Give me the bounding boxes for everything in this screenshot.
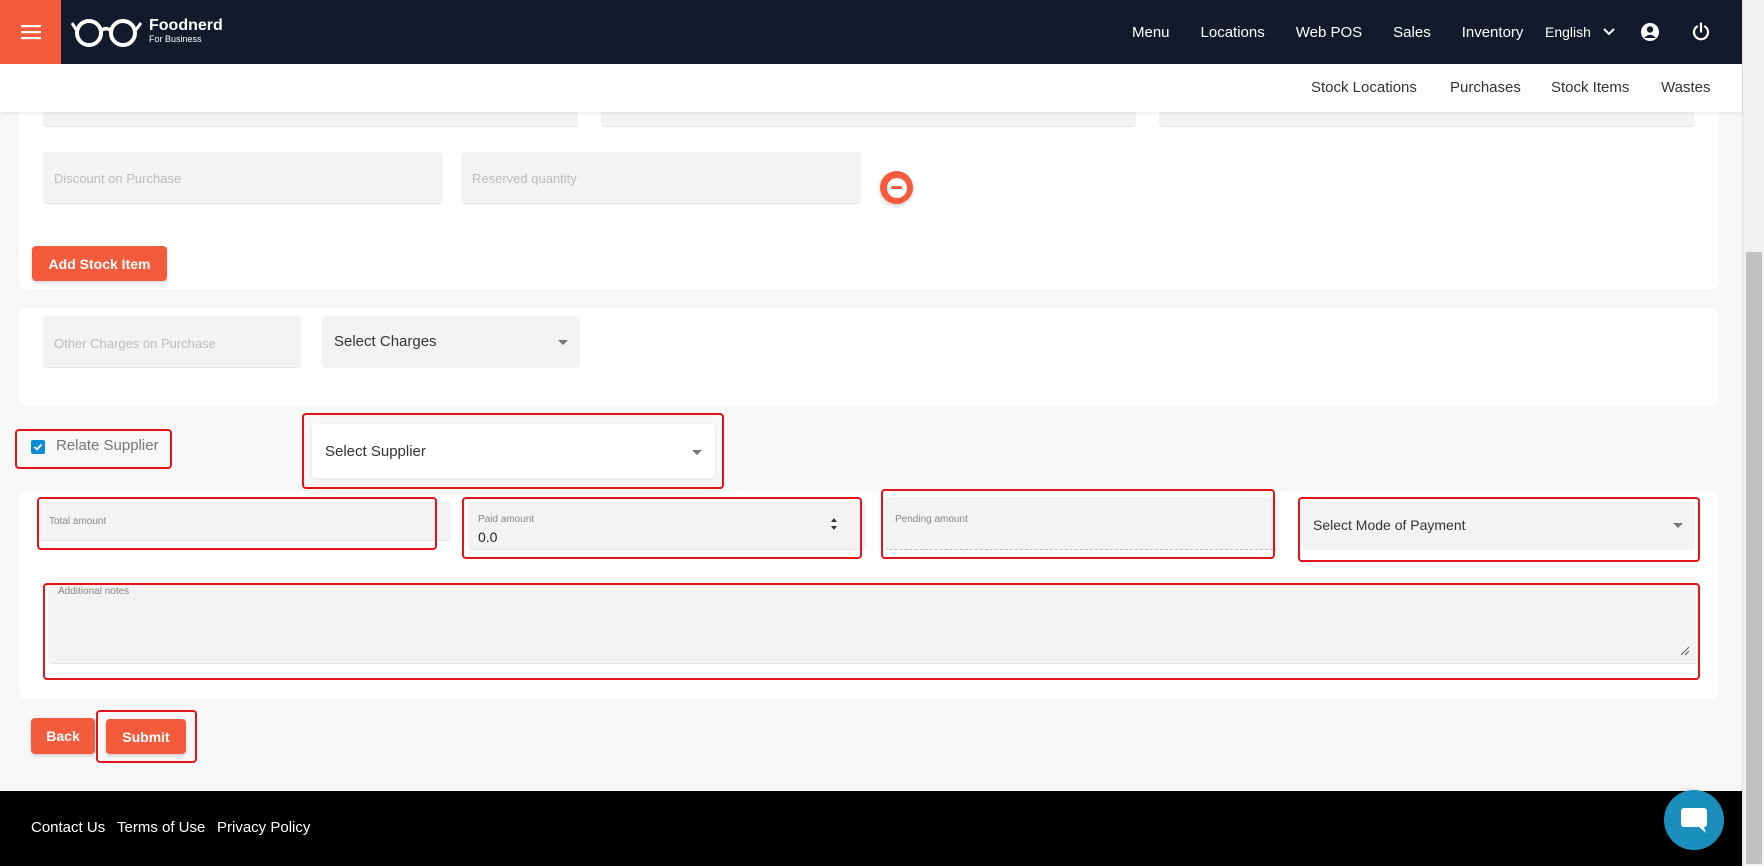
number-spinner-icon[interactable] xyxy=(830,516,838,532)
add-stock-item-button[interactable]: Add Stock Item xyxy=(32,246,167,281)
mode-of-payment-dropdown[interactable]: Select Mode of Payment xyxy=(1301,501,1695,550)
dropdown-arrow-icon xyxy=(1673,523,1683,528)
main-nav: Menu Locations Web POS Sales Inventory xyxy=(1132,0,1554,64)
chat-widget-button[interactable] xyxy=(1664,790,1724,850)
dropdown-arrow-icon xyxy=(558,340,568,345)
account-icon[interactable] xyxy=(1640,22,1660,42)
scrollbar-thumb[interactable] xyxy=(1746,252,1762,864)
language-selector[interactable]: English xyxy=(1545,0,1615,64)
hamburger-icon xyxy=(20,25,41,40)
footer-privacy-link[interactable]: Privacy Policy xyxy=(217,819,310,836)
other-charges-placeholder: Other Charges on Purchase xyxy=(54,336,216,351)
subnav-purchases[interactable]: Purchases xyxy=(1450,79,1521,96)
chevron-down-icon xyxy=(1603,28,1615,36)
select-charges-label: Select Charges xyxy=(334,333,437,350)
subnav-stock-items[interactable]: Stock Items xyxy=(1551,79,1629,96)
language-label: English xyxy=(1545,24,1591,40)
total-amount-label: Total amount xyxy=(49,516,107,527)
subnav-wastes[interactable]: Wastes xyxy=(1661,79,1710,96)
nav-sales[interactable]: Sales xyxy=(1393,24,1431,41)
select-supplier-label: Select Supplier xyxy=(325,443,426,460)
glasses-logo-icon xyxy=(71,19,143,47)
brand-logo[interactable]: Foodnerd For Business xyxy=(71,14,223,48)
paid-amount-input[interactable]: Paid amount 0.0 xyxy=(468,501,866,550)
stock-item-card: Discount on Purchase Reserved quantity A… xyxy=(19,90,1719,289)
footer: Contact Us Terms of Use Privacy Policy xyxy=(0,791,1742,866)
additional-notes-label: Additional notes xyxy=(58,586,130,597)
subnav-stock-locations[interactable]: Stock Locations xyxy=(1311,79,1417,96)
reserved-quantity-input[interactable]: Reserved quantity xyxy=(461,152,861,204)
dropdown-arrow-icon xyxy=(692,450,702,455)
inventory-subnav: Stock Locations Purchases Stock Items Wa… xyxy=(0,64,1742,112)
brand-tagline: For Business xyxy=(149,34,202,44)
discount-placeholder: Discount on Purchase xyxy=(54,171,182,186)
discount-on-purchase-input[interactable]: Discount on Purchase xyxy=(43,152,443,204)
nav-menu[interactable]: Menu xyxy=(1132,24,1170,41)
charges-card: Other Charges on Purchase Select Charges xyxy=(19,308,1719,406)
page-scrollbar[interactable] xyxy=(1742,0,1764,866)
checkmark-icon xyxy=(33,443,43,451)
select-charges-dropdown[interactable]: Select Charges xyxy=(322,316,580,368)
hamburger-menu-button[interactable] xyxy=(0,0,61,64)
top-navbar: Foodnerd For Business Menu Locations Web… xyxy=(0,0,1742,64)
power-icon[interactable] xyxy=(1691,22,1711,42)
paid-amount-value: 0.0 xyxy=(478,529,498,545)
paid-amount-label: Paid amount xyxy=(478,514,535,525)
nav-locations[interactable]: Locations xyxy=(1201,24,1265,41)
total-amount-input[interactable]: Total amount xyxy=(39,501,451,541)
additional-notes-textarea[interactable]: Additional notes xyxy=(48,582,1699,664)
reserved-placeholder: Reserved quantity xyxy=(472,171,577,186)
footer-contact-link[interactable]: Contact Us xyxy=(31,819,105,836)
mode-of-payment-label: Select Mode of Payment xyxy=(1313,517,1466,533)
nav-inventory[interactable]: Inventory xyxy=(1462,24,1524,41)
footer-terms-link[interactable]: Terms of Use xyxy=(117,819,205,836)
minus-circle-icon xyxy=(886,177,907,198)
payment-card: Total amount Paid amount 0.0 Pending amo… xyxy=(19,491,1719,699)
select-supplier-dropdown[interactable]: Select Supplier xyxy=(312,424,715,478)
relate-supplier-checkbox[interactable] xyxy=(31,440,45,454)
back-button[interactable]: Back xyxy=(31,718,95,754)
nav-web-pos[interactable]: Web POS xyxy=(1296,24,1362,41)
pending-amount-input: Pending amount xyxy=(885,497,1279,550)
relate-supplier-label: Relate Supplier xyxy=(56,437,159,454)
remove-stock-item-button[interactable] xyxy=(880,171,913,204)
brand-name: Foodnerd xyxy=(149,17,223,34)
submit-button[interactable]: Submit xyxy=(106,719,186,754)
resize-handle-icon[interactable] xyxy=(1679,645,1689,655)
chat-bubble-icon xyxy=(1681,808,1707,833)
pending-amount-label: Pending amount xyxy=(895,514,968,525)
other-charges-input[interactable]: Other Charges on Purchase xyxy=(43,316,301,368)
